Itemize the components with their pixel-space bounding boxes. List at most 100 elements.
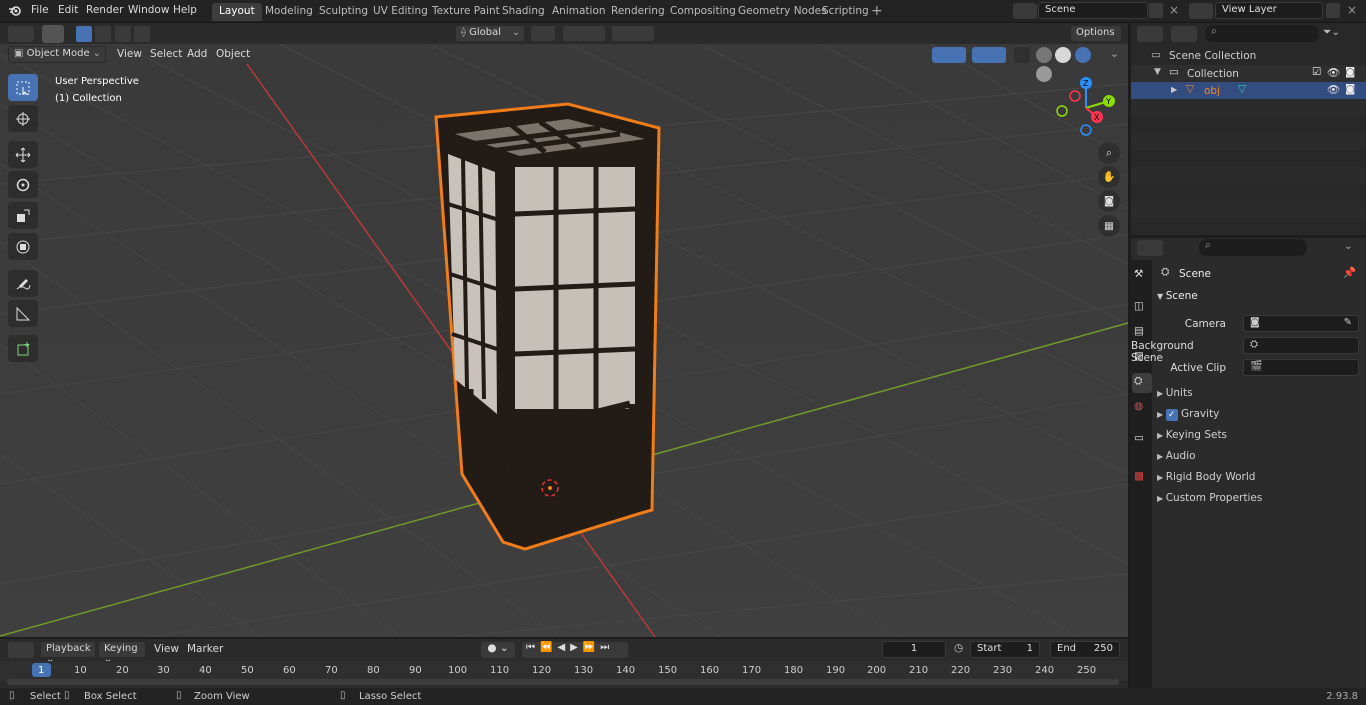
tab-rendering[interactable]: Rendering — [604, 3, 672, 21]
view-layer-selector-icon[interactable] — [1189, 3, 1213, 19]
camera-field[interactable]: ◙ ✎ — [1243, 315, 1359, 332]
tab-shading[interactable]: Shading — [495, 3, 552, 21]
collection-tab-icon[interactable]: ▭ — [1134, 432, 1144, 444]
navigation-gizmo[interactable]: Z Y X — [1052, 74, 1122, 139]
gravity-section[interactable]: ▶ ✓ Gravity — [1157, 408, 1363, 426]
auto-keying-icon[interactable]: ● ⌄ — [481, 642, 515, 658]
gizmo-toggle-icon[interactable] — [932, 47, 966, 63]
close-scene-icon[interactable]: × — [1169, 3, 1179, 17]
shading-mode-buttons[interactable] — [1036, 47, 1108, 82]
zoom-icon[interactable]: ⌕ — [1098, 142, 1120, 164]
menu-edit[interactable]: Edit — [58, 4, 78, 16]
properties-search-input[interactable]: ⌕ — [1199, 239, 1307, 256]
scale-tool-icon[interactable] — [8, 202, 38, 229]
end-frame-field[interactable]: End 250 — [1050, 641, 1120, 658]
texture-tab-icon[interactable]: ▩ — [1134, 470, 1144, 482]
gravity-checkbox[interactable]: ✓ — [1165, 409, 1178, 421]
tab-scripting[interactable]: Scripting — [815, 3, 876, 21]
overlay-toggle-icon[interactable] — [972, 47, 1006, 63]
viewport-menu-select[interactable]: Select — [150, 48, 182, 60]
menu-window[interactable]: Window — [128, 4, 169, 16]
keying-menu[interactable]: Keying ⌄ — [98, 641, 146, 665]
playback-menu[interactable]: Playback ⌄ — [40, 641, 96, 665]
scene-tab-icon[interactable]: ⛭ — [1132, 373, 1152, 393]
blender-logo-icon[interactable] — [8, 4, 22, 18]
move-tool-icon[interactable] — [8, 141, 38, 168]
tab-modeling[interactable]: Modeling — [258, 3, 320, 21]
transform-orientation-select[interactable]: ⟠ Global ⌄ — [455, 25, 525, 42]
outliner-editor-type-icon[interactable] — [1137, 26, 1163, 42]
eye-icon[interactable]: 👁 — [1327, 66, 1340, 79]
pan-hand-icon[interactable]: ✋ — [1098, 166, 1120, 188]
audio-section[interactable]: ▶ Audio — [1157, 450, 1363, 468]
measure-tool-icon[interactable] — [8, 300, 38, 327]
proportional-edit-toggle[interactable] — [611, 25, 655, 42]
menu-render[interactable]: Render — [86, 4, 123, 16]
filter-icon[interactable]: ⏷⌄ — [1323, 26, 1353, 42]
outliner-row-obj[interactable]: ▶ ▽ obj ▽ 👁 ◙ — [1131, 82, 1366, 99]
scene-panel-header[interactable]: ▼ Scene — [1157, 290, 1363, 310]
timeline-editor-type-icon[interactable] — [8, 642, 34, 658]
mode-select[interactable]: ▣ Object Mode ⌄ — [8, 46, 106, 63]
cursor-tool-icon[interactable] — [8, 105, 38, 132]
tab-layout[interactable]: Layout — [212, 3, 262, 21]
scene-selector-icon[interactable] — [1013, 3, 1037, 19]
select-box-tool-icon[interactable] — [8, 74, 38, 101]
transform-tool-icon[interactable] — [8, 233, 38, 260]
clock-icon[interactable]: ◷ — [954, 642, 963, 654]
pin-icon[interactable]: 📌 — [1343, 266, 1356, 279]
tool-tab-icon[interactable]: ⚒ — [1134, 268, 1143, 280]
menu-help[interactable]: Help — [173, 4, 197, 16]
units-section[interactable]: ▶ Units — [1157, 387, 1363, 405]
eyedropper-icon[interactable]: ✎ — [1344, 317, 1352, 328]
keying-sets-section[interactable]: ▶ Keying Sets — [1157, 429, 1363, 447]
outliner-row-collection[interactable]: ▼ ▭ Collection ☑ 👁 ◙ — [1131, 65, 1366, 82]
lamp-object[interactable] — [434, 102, 661, 551]
outliner-search-input[interactable]: ⌕ — [1205, 25, 1319, 42]
timeline-view-menu[interactable]: View — [154, 643, 179, 655]
properties-editor-type-icon[interactable] — [1137, 240, 1163, 256]
custom-properties-section[interactable]: ▶ Custom Properties — [1157, 492, 1363, 510]
viewport-menu-add[interactable]: Add — [187, 48, 207, 60]
timeline-scrollbar[interactable] — [7, 679, 1119, 685]
exclude-checkbox-icon[interactable]: ☑ — [1312, 66, 1321, 78]
close-view-layer-icon[interactable]: × — [1347, 3, 1357, 17]
active-clip-field[interactable]: 🎬 — [1243, 359, 1359, 376]
pivot-point-select[interactable] — [530, 25, 556, 42]
output-tab-icon[interactable]: ▤ — [1134, 325, 1144, 337]
camera-render-icon[interactable]: ◙ — [1345, 66, 1355, 78]
menu-file[interactable]: File — [31, 4, 49, 16]
xray-toggle-icon[interactable] — [1014, 47, 1030, 63]
add-cube-tool-icon[interactable] — [8, 335, 38, 362]
eye-icon[interactable]: 👁 — [1327, 83, 1340, 96]
copy-view-layer-icon[interactable] — [1326, 3, 1340, 18]
start-frame-field[interactable]: Start 1 — [970, 641, 1040, 658]
select-tool-icon[interactable] — [42, 25, 64, 43]
world-tab-icon[interactable]: ◍ — [1134, 400, 1143, 412]
current-frame-field[interactable]: 1 — [882, 641, 946, 658]
playback-controls[interactable]: ⏮⏪◀▶⏩⏭ — [522, 642, 628, 658]
properties-options-icon[interactable]: ⌄ — [1344, 240, 1353, 252]
render-tab-icon[interactable]: ◫ — [1134, 300, 1144, 312]
scene-name-field[interactable]: Scene — [1038, 2, 1148, 19]
shading-options-icon[interactable]: ⌄ — [1110, 48, 1119, 60]
editor-type-icon[interactable] — [8, 26, 34, 42]
ortho-grid-icon[interactable]: ▦ — [1098, 215, 1120, 237]
viewport-menu-object[interactable]: Object — [216, 48, 250, 60]
expand-arrow-icon[interactable]: ▶ — [1171, 85, 1177, 94]
snap-toggle[interactable] — [562, 25, 606, 42]
copy-scene-icon[interactable] — [1149, 3, 1163, 18]
3d-viewport[interactable]: ▣ Object Mode ⌄ View Select Add Object ⌄ … — [0, 44, 1128, 637]
rotate-tool-icon[interactable] — [8, 171, 38, 198]
rigid-body-world-section[interactable]: ▶ Rigid Body World — [1157, 471, 1363, 489]
timeline-marker-menu[interactable]: Marker — [187, 643, 223, 655]
display-mode-icon[interactable] — [1171, 26, 1197, 42]
viewport-menu-view[interactable]: View — [117, 48, 142, 60]
expand-arrow-icon[interactable]: ▼ — [1154, 67, 1161, 77]
add-workspace-icon[interactable]: + — [871, 3, 883, 19]
background-scene-field[interactable]: ⛭ — [1243, 337, 1359, 354]
annotate-tool-icon[interactable] — [8, 270, 38, 297]
view-layer-field[interactable]: View Layer — [1215, 2, 1323, 19]
tab-animation[interactable]: Animation — [545, 3, 613, 21]
options-button[interactable]: Options ⌄ — [1070, 25, 1122, 49]
